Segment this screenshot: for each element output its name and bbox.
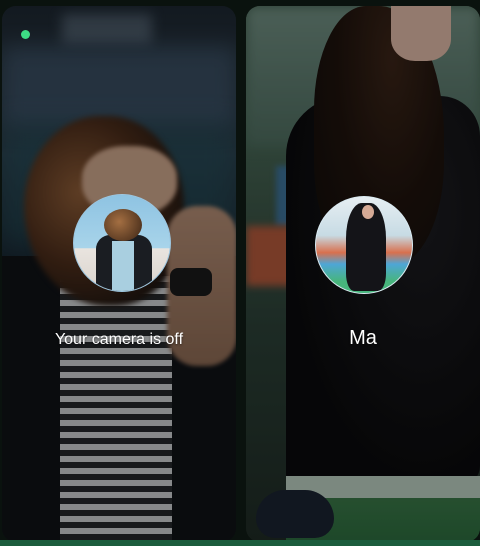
connection-status-dot <box>21 30 30 39</box>
remote-video-tile[interactable]: Ma <box>246 6 480 542</box>
video-call-stage: Your camera is off Ma <box>0 0 480 546</box>
bottom-accent-bar <box>0 540 480 546</box>
self-video-tile[interactable]: Your camera is off <box>2 6 236 542</box>
participant-name: Ma <box>349 327 377 349</box>
remote-avatar <box>315 196 413 294</box>
self-avatar <box>73 194 171 292</box>
camera-off-label: Your camera is off <box>54 331 184 348</box>
